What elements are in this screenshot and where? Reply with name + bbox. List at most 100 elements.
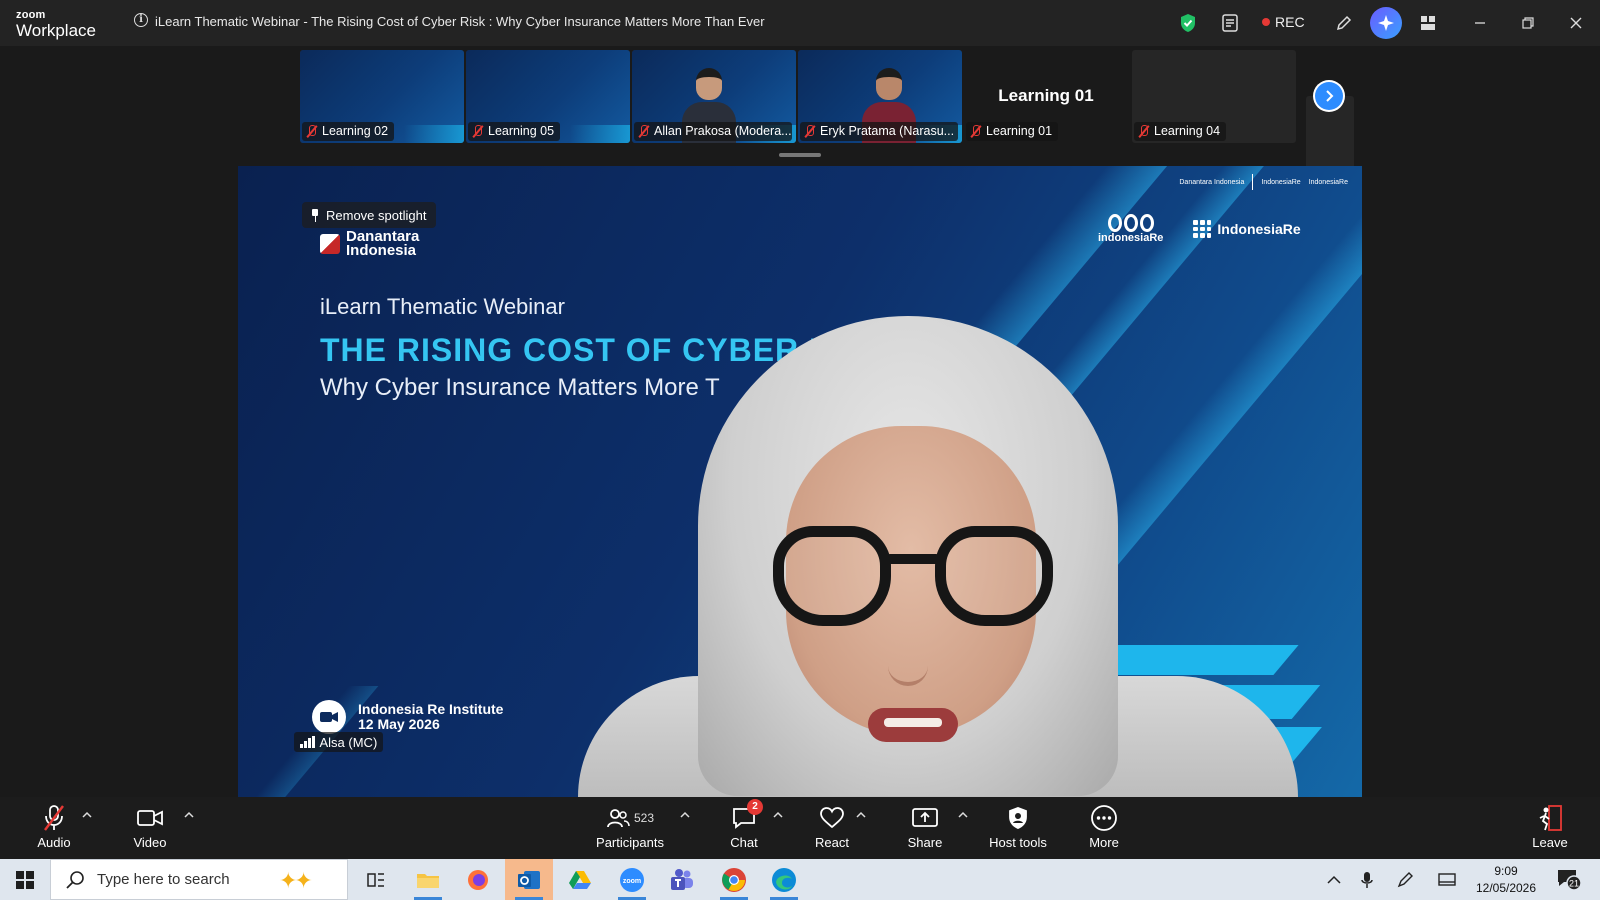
react-button[interactable]: React xyxy=(812,803,852,855)
mic-muted-icon xyxy=(804,125,815,138)
chat-options-caret-icon[interactable] xyxy=(773,811,783,821)
share-button[interactable]: Share xyxy=(904,803,946,855)
top-logo-3: IndonesiaRe xyxy=(1308,178,1348,186)
captions-icon[interactable] xyxy=(1218,11,1242,35)
taskbar-search-box[interactable]: Type here to search ✦✦ xyxy=(50,859,348,900)
thumbnail-center-name: Learning 01 xyxy=(998,86,1094,105)
notification-count: 21 xyxy=(1569,879,1579,889)
search-icon xyxy=(66,870,84,889)
thumbnail-name: Learning 05 xyxy=(488,124,555,138)
thumbnail-learning-04[interactable]: Learning 04 xyxy=(1132,50,1296,143)
edge-icon[interactable] xyxy=(760,859,808,900)
thumbnail-learning-02[interactable]: Learning 02 xyxy=(300,50,464,143)
partner-logos: indonesiaRe IndonesiaRe xyxy=(1098,214,1301,244)
gallery-resize-handle[interactable] xyxy=(779,153,821,157)
danantara-mark-icon xyxy=(320,234,340,254)
slide-subtitle: iLearn Thematic Webinar xyxy=(320,294,565,319)
more-button[interactable]: More xyxy=(1082,803,1126,855)
recording-indicator[interactable]: REC xyxy=(1262,14,1305,30)
file-explorer-icon[interactable] xyxy=(404,859,452,900)
thumbnail-eryk-pratama[interactable]: Eryk Pratama (Narasu... xyxy=(798,50,962,143)
dots-grid-icon xyxy=(1193,220,1212,238)
rec-label: REC xyxy=(1275,14,1305,30)
microphone-icon[interactable] xyxy=(1356,859,1378,900)
host-tools-button[interactable]: Host tools xyxy=(984,803,1052,855)
zoom-logo: zoom Workplace xyxy=(16,10,96,40)
restore-icon[interactable] xyxy=(1516,11,1540,35)
firefox-icon[interactable] xyxy=(454,859,502,900)
leave-label: Leave xyxy=(1532,835,1568,850)
thumbnail-name: Eryk Pratama (Narasu... xyxy=(820,124,955,138)
info-icon[interactable]: i xyxy=(134,13,148,27)
notification-center-icon[interactable]: 21 xyxy=(1556,867,1582,891)
thumbnail-name: Learning 04 xyxy=(1154,124,1221,138)
mic-muted-icon xyxy=(472,125,483,138)
clock-date: 12/05/2026 xyxy=(1475,881,1537,895)
windows-start-icon[interactable] xyxy=(16,871,34,889)
thumbnail-name: Allan Prakosa (Modera... xyxy=(654,124,792,138)
audio-options-caret-icon[interactable] xyxy=(82,811,92,821)
leave-button[interactable]: Leave xyxy=(1530,803,1570,855)
close-icon[interactable] xyxy=(1564,11,1588,35)
encryption-shield-icon[interactable] xyxy=(1176,11,1200,35)
pin-icon xyxy=(310,208,320,222)
video-label: Video xyxy=(133,835,167,850)
chat-button[interactable]: 2 Chat xyxy=(724,799,764,855)
speaker-name: Alsa (MC) xyxy=(319,734,378,750)
rec-dot-icon xyxy=(1262,18,1270,26)
top-logo-2: IndonesiaRe xyxy=(1261,178,1301,186)
mic-muted-icon xyxy=(306,125,317,138)
display-icon[interactable] xyxy=(1436,859,1458,900)
danantara-logo: Danantara Indonesia xyxy=(320,229,419,258)
brand-bottom: Workplace xyxy=(16,21,96,40)
thumbnail-learning-01[interactable]: Learning 01 Learning 01 xyxy=(964,50,1128,143)
ai-companion-button[interactable] xyxy=(1370,7,1402,39)
chat-label: Chat xyxy=(730,835,758,850)
thumbnail-allan-prakosa[interactable]: Allan Prakosa (Modera... xyxy=(632,50,796,143)
taskbar-clock[interactable]: 9:09 12/05/2026 xyxy=(1470,863,1542,897)
share-label: Share xyxy=(907,835,943,850)
presenter-video xyxy=(578,316,1298,797)
audio-button[interactable]: Audio xyxy=(32,803,76,855)
participant-thumbnail-strip: Learning 02 Learning 05 Allan Prakosa (M… xyxy=(300,50,1355,145)
indonesia-re-institute-logo: IndonesiaRe xyxy=(1193,220,1301,238)
participants-options-caret-icon[interactable] xyxy=(680,811,690,821)
svg-text:zoom: zoom xyxy=(623,878,641,885)
react-options-caret-icon[interactable] xyxy=(856,811,866,821)
video-button[interactable]: Video xyxy=(128,803,172,855)
task-view-icon[interactable] xyxy=(352,859,400,900)
pen-icon[interactable] xyxy=(1394,859,1416,900)
minimize-icon[interactable] xyxy=(1468,11,1492,35)
apps-icon[interactable] xyxy=(1416,11,1440,35)
participants-label: Participants xyxy=(596,835,664,850)
more-label: More xyxy=(1089,835,1119,850)
windows-taskbar: Type here to search ✦✦ zoom 9:09 12/05/2… xyxy=(0,859,1600,900)
meeting-controls: Audio Video 523 Participants 2 Chat Reac… xyxy=(0,797,1600,859)
react-label: React xyxy=(815,835,849,850)
camera-icon xyxy=(312,700,346,734)
teams-icon[interactable] xyxy=(658,859,706,900)
next-page-button[interactable] xyxy=(1313,80,1345,112)
window-title: iLearn Thematic Webinar - The Rising Cos… xyxy=(155,14,765,29)
share-options-caret-icon[interactable] xyxy=(958,811,968,821)
leave-door-icon xyxy=(1537,803,1563,833)
rings-icon xyxy=(1107,214,1154,232)
participants-icon xyxy=(607,809,630,828)
zoom-app-icon[interactable]: zoom xyxy=(608,859,656,900)
mic-muted-icon xyxy=(1138,125,1149,138)
show-hidden-icons-chevron-icon[interactable] xyxy=(1322,859,1346,900)
remove-spotlight-button[interactable]: Remove spotlight xyxy=(302,202,437,228)
video-camera-icon xyxy=(136,803,164,833)
remove-spotlight-label: Remove spotlight xyxy=(326,207,427,223)
institute-name: Indonesia Re Institute xyxy=(358,701,504,717)
outlook-icon[interactable] xyxy=(505,859,553,900)
chrome-icon[interactable] xyxy=(710,859,758,900)
participants-button[interactable]: 523 Participants xyxy=(590,803,670,855)
thumbnail-learning-05[interactable]: Learning 05 xyxy=(466,50,630,143)
chat-unread-badge: 2 xyxy=(747,799,763,815)
audio-label: Audio xyxy=(37,835,71,850)
chevron-right-icon xyxy=(1315,82,1343,110)
annotate-pencil-icon[interactable] xyxy=(1332,11,1356,35)
video-options-caret-icon[interactable] xyxy=(184,811,194,821)
google-drive-icon[interactable] xyxy=(556,859,604,900)
